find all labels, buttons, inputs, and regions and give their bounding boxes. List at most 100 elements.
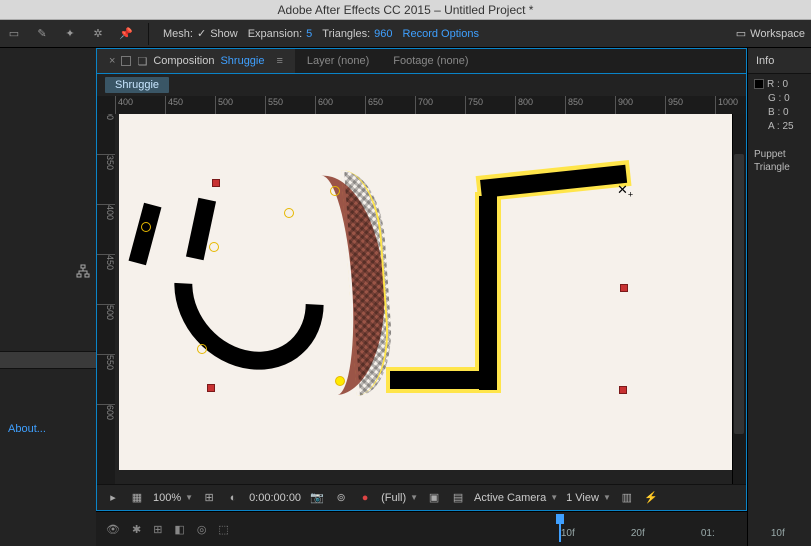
transparency-grid-icon[interactable]: ▦ [129,490,145,506]
always-preview-icon[interactable]: ▸ [105,490,121,506]
tab-footage[interactable]: Footage (none) [381,49,480,73]
shape-arm[interactable] [479,196,497,390]
timeline-eye-icon[interactable]: 👁 [106,523,120,536]
timeline-frame-blend-icon[interactable]: ◧ [174,523,184,536]
transform-handle[interactable] [619,386,627,394]
info-panel-header[interactable]: Info [748,48,811,74]
ruler-tick: 300 [97,114,115,120]
shape-eye-left[interactable] [129,203,162,266]
zoom-value: 100% [153,492,181,504]
fast-preview-icon[interactable]: ⚡ [643,490,659,506]
selection-tool-icon[interactable]: ▭ [6,26,22,42]
composition-stage[interactable]: ✛ ✕+ [115,114,746,484]
ruler-tick: 500 [97,304,115,320]
timeline-fx-icon[interactable]: ⊞ [153,523,162,536]
anchor-point-icon[interactable]: ✛ [203,332,215,349]
timeline-graph-icon[interactable]: ⬚ [218,523,228,536]
scrollbar-thumb[interactable] [734,154,744,434]
ruler-tick: 800 [515,96,533,114]
safe-zones-icon[interactable]: ⊞ [201,490,217,506]
info-b: B : 0 [754,106,805,120]
color-swatch [754,79,764,89]
viewer: Shruggie 4004505005506006507007508008509… [96,73,747,511]
scrollbar-vertical[interactable] [732,114,746,484]
ruler-tick: 950 [665,96,683,114]
panel-divider[interactable] [0,351,96,369]
triangles-label: Triangles: [322,28,370,40]
ruler-horizontal[interactable]: 4004505005506006507007508008509009501000 [115,96,746,114]
checkmark-icon: ✓ [197,27,206,40]
info-rgba: R : 0 G : 0 B : 0 A : 25 [748,74,811,138]
mesh-show-option[interactable]: Mesh: ✓ Show [163,27,238,40]
time-ruler[interactable]: 10f20f01:10f [241,512,737,546]
composition-canvas[interactable]: ✛ ✕+ [119,114,745,470]
time-mark: 10f [771,528,785,539]
transform-handle[interactable] [207,384,215,392]
separator [148,23,149,45]
workspace-label: Workspace [750,28,805,40]
expansion-option[interactable]: Expansion: 5 [248,28,313,40]
expansion-value[interactable]: 5 [306,28,312,40]
puppet-mesh[interactable] [306,172,391,396]
viewer-bottom-bar: ▸ ▦ 100% ▼ ⊞ ◐ 0:00:00:00 📷 ⊚ ● (Full)▼ ▣… [97,484,746,510]
camera-value: Active Camera [474,492,546,504]
mask-icon[interactable]: ◐ [225,490,241,506]
tab-layer[interactable]: Layer (none) [295,49,381,73]
tab-footage-label: Footage (none) [393,55,468,67]
ruler-tick: 550 [265,96,283,114]
eraser-tool-icon[interactable]: ✦ [62,26,78,42]
right-panel: Info R : 0 G : 0 B : 0 A : 25 Puppet Tri… [747,48,811,546]
ruler-tick: 400 [97,204,115,220]
current-timecode[interactable]: 0:00:00:00 [249,492,301,504]
ruler-tick: 550 [97,354,115,370]
view-value: 1 View [566,492,599,504]
pen-tool-icon[interactable]: ✎ [34,26,50,42]
ruler-tick: 500 [215,96,233,114]
ruler-tick: 650 [365,96,383,114]
triangles-value[interactable]: 960 [374,28,392,40]
tab-comp-label: Composition [153,55,214,67]
view-dropdown[interactable]: 1 View ▼ [566,492,611,504]
brush-tool-icon[interactable]: ✲ [90,26,106,42]
workspace-icon: ▭ [736,27,746,40]
tab-comp-name: Shruggie [220,55,264,67]
puppet-pin[interactable] [284,208,294,218]
tab-menu-icon[interactable]: ≡ [277,55,283,67]
resolution-dropdown[interactable]: (Full)▼ [381,492,418,504]
ruler-tick: 750 [465,96,483,114]
caret-down-icon: ▼ [185,493,193,502]
timeline-panel[interactable]: 👁 ✱ ⊞ ◧ ◎ ⬚ 10f20f01:10f [96,511,747,546]
workspace-button[interactable]: ▭ Workspace [736,27,805,40]
record-options-link[interactable]: Record Options [403,28,479,40]
channel-icon[interactable]: ⊚ [333,490,349,506]
caret-down-icon: ▼ [603,493,611,502]
breadcrumb-item[interactable]: Shruggie [105,77,169,93]
tool-icons-group: ▭ ✎ ✦ ✲ 📌 [6,26,134,42]
ruler-tick: 350 [97,154,115,170]
transform-handle[interactable] [620,284,628,292]
ruler-tick: 600 [97,404,115,420]
caret-down-icon: ▼ [550,493,558,502]
grid-icon[interactable]: ▤ [450,490,466,506]
snapshot-icon[interactable]: 📷 [309,490,325,506]
triangles-option[interactable]: Triangles: 960 [322,28,392,40]
timeline-motion-blur-icon[interactable]: ◎ [197,523,207,536]
ruler-vertical[interactable]: 300350400450500550600 [97,114,115,484]
lock-box-icon[interactable] [121,56,131,66]
tab-composition[interactable]: × ❏ Composition Shruggie ≡ [97,49,295,73]
camera-dropdown[interactable]: Active Camera ▼ [474,492,558,504]
puppet-pin-tool-icon[interactable]: 📌 [118,26,134,42]
time-mark: 01: [701,528,715,539]
close-icon[interactable]: × [109,55,115,67]
color-mgmt-icon[interactable]: ● [357,490,373,506]
about-link[interactable]: About... [0,415,96,443]
pixel-aspect-icon[interactable]: ▥ [619,490,635,506]
zoom-dropdown[interactable]: 100% ▼ [153,492,193,504]
timeline-shy-icon[interactable]: ✱ [132,523,141,536]
roi-icon[interactable]: ▣ [426,490,442,506]
caret-down-icon: ▼ [410,493,418,502]
tab-layer-label: Layer (none) [307,55,369,67]
transform-handle[interactable] [212,179,220,187]
flowchart-icon[interactable] [76,264,90,281]
ruler-tick: 1000 [715,96,738,114]
